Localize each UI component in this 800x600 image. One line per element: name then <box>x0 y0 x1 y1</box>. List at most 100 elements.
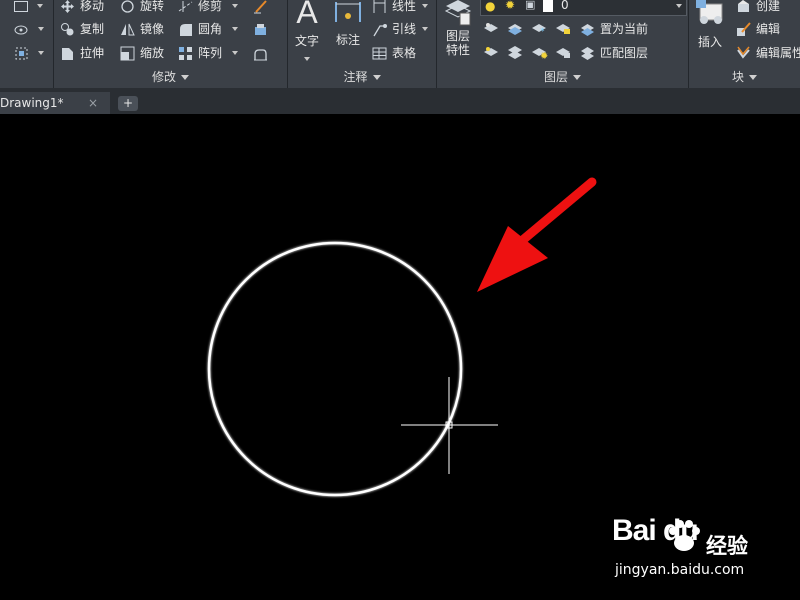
layer-properties-label-1: 图层 <box>445 29 470 43</box>
insert-label: 插入 <box>697 35 722 49</box>
layer-isolate-icon <box>508 24 522 35</box>
trim-icon <box>178 0 193 14</box>
file-tab-bar: Drawing1* × + <box>0 88 800 114</box>
leader-label: 引线 <box>392 22 417 36</box>
layer-properties-label-2: 特性 <box>445 43 470 57</box>
watermark-brand: 经验 <box>706 534 748 558</box>
array-button[interactable]: 阵列 <box>178 43 239 63</box>
linear-button[interactable]: 线性 <box>372 0 429 16</box>
paw-icon <box>664 516 704 560</box>
mirror-icon <box>120 22 135 37</box>
move-icon <box>60 0 75 14</box>
modify-title-text: 修改 <box>151 70 176 84</box>
rotate-icon <box>120 0 135 14</box>
erase-button[interactable] <box>253 0 273 16</box>
offset-button[interactable] <box>253 43 273 63</box>
edit-attributes-icon <box>736 46 751 61</box>
copy-label: 复制 <box>80 22 105 36</box>
block-title-text: 块 <box>731 70 744 84</box>
modify-panel-title[interactable]: 修改 <box>54 68 287 87</box>
layer-tools-row-2: ✹ <box>484 44 584 65</box>
copy-icon <box>60 22 75 37</box>
array-label: 阵列 <box>198 46 223 60</box>
new-tab-button[interactable]: + <box>118 96 138 111</box>
block-panel-title[interactable]: 块 <box>689 68 800 87</box>
layer-properties-icon <box>444 0 472 29</box>
drawn-circle[interactable] <box>207 241 463 497</box>
insert-block-button[interactable]: 插入 <box>692 0 728 64</box>
linear-label: 线性 <box>392 0 417 13</box>
leader-button[interactable]: 引线 <box>372 19 429 39</box>
rotate-button[interactable]: 旋转 <box>120 0 164 16</box>
red-arrow-icon <box>477 177 597 292</box>
fillet-button[interactable]: 圆角 <box>178 19 239 39</box>
current-layer-name: 0 <box>561 0 569 12</box>
explode-button[interactable] <box>253 19 273 39</box>
layer-unlock-icon <box>556 48 570 58</box>
fillet-icon <box>178 22 193 37</box>
table-button[interactable]: 表格 <box>372 43 416 63</box>
sun-icon: ✹ <box>505 0 516 12</box>
scale-button[interactable]: 缩放 <box>120 43 164 63</box>
text-icon: A <box>296 0 318 30</box>
ribbon: 移动 旋转 修剪 复制 镜像 圆角 拉伸 缩放 阵列 修改 A 文字 标注 线性… <box>0 0 800 88</box>
set-current-icon <box>580 22 595 37</box>
edit-label: 编辑 <box>756 22 781 36</box>
layer-properties-button[interactable]: 图层 特性 <box>442 0 474 64</box>
svg-text:✹: ✹ <box>540 51 548 62</box>
layer-color-swatch <box>543 0 553 12</box>
layers-title-text: 图层 <box>543 70 568 84</box>
rectangle-icon <box>14 0 28 12</box>
mirror-label: 镜像 <box>140 22 165 36</box>
annotation-panel-title[interactable]: 注释 <box>288 68 436 87</box>
hatch-icon <box>14 22 29 37</box>
stretch-button[interactable]: 拉伸 <box>60 43 104 63</box>
linear-dim-icon <box>372 0 387 14</box>
explode-icon <box>253 22 268 37</box>
leader-icon <box>372 22 387 37</box>
stretch-label: 拉伸 <box>80 46 105 60</box>
layer-lock-icon <box>556 24 570 34</box>
offset-icon <box>253 46 268 61</box>
edit-attributes-label: 编辑属性 <box>756 46 800 60</box>
dimension-icon <box>334 0 362 27</box>
layer-on-icon <box>484 47 498 56</box>
edit-attributes-button[interactable]: 编辑属性 <box>736 43 800 63</box>
create-block-icon <box>736 0 751 14</box>
insert-block-icon <box>694 0 726 29</box>
dimension-label: 标注 <box>335 33 360 47</box>
trim-label: 修剪 <box>198 0 223 13</box>
text-label: 文字 <box>294 34 319 48</box>
tab-drawing1[interactable]: Drawing1* × <box>0 92 110 114</box>
copy-button[interactable]: 复制 <box>60 19 104 39</box>
create-label: 创建 <box>756 0 781 13</box>
move-button[interactable]: 移动 <box>60 0 104 16</box>
layers-panel-title[interactable]: 图层 <box>437 68 688 87</box>
tab-close-icon[interactable]: × <box>88 92 98 114</box>
stretch-icon <box>60 46 75 61</box>
dimension-button[interactable]: 标注 <box>332 0 364 64</box>
table-icon <box>372 46 387 61</box>
svg-text:*: * <box>540 27 545 37</box>
match-layer-label: 匹配图层 <box>600 46 649 60</box>
draw-boundary-button[interactable] <box>14 43 44 63</box>
match-layer-icon <box>580 46 595 61</box>
draw-rectangle-button[interactable] <box>14 0 43 16</box>
scale-label: 缩放 <box>140 46 165 60</box>
edit-block-button[interactable]: 编辑 <box>736 19 780 39</box>
annotation-title-text: 注释 <box>343 70 368 84</box>
layer-dropdown[interactable]: ● ✹ ▣ 0 <box>480 0 687 16</box>
mirror-button[interactable]: 镜像 <box>120 19 164 39</box>
trim-button[interactable]: 修剪 <box>178 0 239 16</box>
layer-tools-row-1: * <box>484 20 584 41</box>
array-icon <box>178 46 193 61</box>
create-block-button[interactable]: 创建 <box>736 0 780 16</box>
layer-off-icon <box>484 23 498 32</box>
text-button[interactable]: A 文字 <box>292 0 322 64</box>
set-current-button[interactable]: 置为当前 <box>580 19 648 39</box>
move-label: 移动 <box>80 0 105 13</box>
boundary-icon <box>14 46 29 61</box>
scale-icon <box>120 46 135 61</box>
draw-hatch-button[interactable] <box>14 19 44 39</box>
match-layer-button[interactable]: 匹配图层 <box>580 43 648 63</box>
